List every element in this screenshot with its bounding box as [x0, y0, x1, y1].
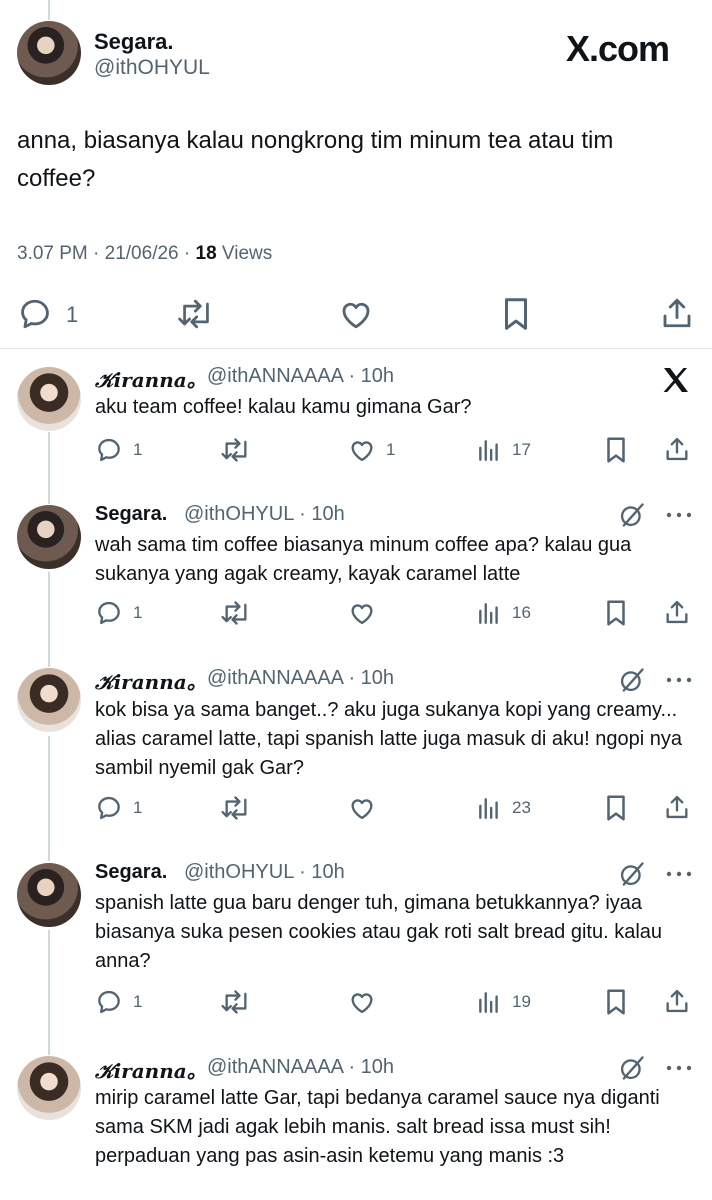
grok-icon[interactable] — [618, 860, 646, 888]
views-icon[interactable] — [475, 600, 503, 626]
more-icon[interactable] — [664, 674, 694, 686]
avatar[interactable] — [17, 505, 81, 569]
views-count: 17 — [512, 440, 531, 459]
reply-text: aku team coffee! kalau kamu gimana Gar? — [95, 396, 472, 418]
views-icon[interactable] — [475, 437, 503, 463]
views-label: Views — [216, 243, 273, 264]
share-icon[interactable] — [663, 792, 691, 822]
avatar[interactable] — [17, 668, 81, 732]
share-icon[interactable] — [659, 294, 695, 332]
reply-count: 1 — [133, 603, 143, 622]
reply-text: mirip caramel latte Gar, tapi bedanya ca… — [95, 1087, 660, 1167]
timestamp[interactable]: 3.07 PM · 21/06/26 · — [17, 243, 196, 264]
grok-icon[interactable] — [618, 501, 646, 529]
reply-author-name[interactable]: 𝒦iranna。 — [95, 364, 207, 393]
reply-text: spanish latte gua baru denger tuh, giman… — [95, 892, 663, 972]
bookmark-icon[interactable] — [499, 295, 533, 333]
grok-icon[interactable] — [618, 1054, 646, 1082]
reply-icon[interactable] — [17, 296, 53, 332]
like-icon[interactable] — [347, 988, 377, 1016]
views-count: 16 — [512, 603, 531, 622]
reply-icon[interactable] — [95, 436, 123, 464]
views-count: 19 — [512, 992, 531, 1011]
reply-count: 1 — [133, 992, 143, 1011]
views-icon[interactable] — [475, 989, 503, 1015]
like-icon[interactable] — [337, 296, 375, 332]
share-icon[interactable] — [663, 434, 691, 464]
thread-line — [48, 736, 50, 861]
like-icon[interactable] — [347, 794, 377, 822]
avatar[interactable] — [17, 21, 81, 85]
reply-count: 1 — [66, 302, 79, 327]
avatar[interactable] — [17, 863, 81, 927]
reply-author-name[interactable]: 𝒦iranna。 — [95, 1055, 207, 1084]
repost-icon[interactable] — [219, 988, 253, 1016]
thread-line — [48, 572, 50, 667]
reply-author-handle[interactable]: @ithANNAAAA · 10h — [207, 1056, 394, 1079]
reply-icon[interactable] — [95, 988, 123, 1016]
like-icon[interactable] — [347, 599, 377, 627]
reply-author-handle[interactable]: @ithOHYUL · 10h — [184, 861, 345, 884]
thread-line — [48, 432, 50, 504]
post-meta: 3.07 PM · 21/06/26 · 18 Views — [17, 243, 272, 265]
reply-icon[interactable] — [95, 794, 123, 822]
author-handle[interactable]: @ithOHYUL — [94, 56, 210, 80]
divider — [0, 348, 712, 349]
avatar[interactable] — [17, 1056, 81, 1120]
bookmark-icon[interactable] — [603, 793, 629, 823]
more-icon[interactable] — [664, 509, 694, 521]
thread-line — [48, 0, 50, 20]
grok-icon[interactable] — [618, 666, 646, 694]
x-logo: X.com — [566, 28, 670, 69]
share-icon[interactable] — [663, 597, 691, 627]
bookmark-icon[interactable] — [603, 987, 629, 1017]
like-count: 1 — [386, 440, 396, 459]
repost-icon[interactable] — [219, 599, 253, 627]
bookmark-icon[interactable] — [603, 435, 629, 465]
author-name[interactable]: Segara. — [94, 29, 174, 55]
reply-author-name[interactable]: Segara. — [95, 503, 167, 526]
post-text: anna, biasanya kalau nongkrong tim minum… — [17, 127, 614, 192]
repost-icon[interactable] — [176, 296, 216, 332]
x-logo-icon — [663, 368, 688, 392]
share-icon[interactable] — [663, 986, 691, 1016]
thread-line — [48, 930, 50, 1055]
reply-author-handle[interactable]: @ithANNAAAA · 10h — [207, 667, 394, 690]
views-count: 23 — [512, 798, 531, 817]
more-icon[interactable] — [664, 868, 694, 880]
repost-icon[interactable] — [219, 794, 253, 822]
reply-author-handle[interactable]: @ithANNAAAA · 10h — [207, 365, 394, 388]
repost-icon[interactable] — [219, 436, 253, 464]
reply-author-name[interactable]: Segara. — [95, 861, 167, 884]
more-icon[interactable] — [664, 1062, 694, 1074]
reply-count: 1 — [133, 440, 143, 459]
like-icon[interactable] — [347, 436, 377, 464]
bookmark-icon[interactable] — [603, 598, 629, 628]
reply-icon[interactable] — [95, 599, 123, 627]
views-count: 18 — [195, 243, 217, 264]
views-icon[interactable] — [475, 795, 503, 821]
reply-text: kok bisa ya sama banget..? aku juga suka… — [95, 699, 683, 779]
reply-author-name[interactable]: 𝒦iranna。 — [95, 666, 207, 695]
reply-count: 1 — [133, 798, 143, 817]
reply-text: wah sama tim coffee biasanya minum coffe… — [95, 534, 632, 585]
avatar[interactable] — [17, 367, 81, 431]
reply-author-handle[interactable]: @ithOHYUL · 10h — [184, 503, 345, 526]
